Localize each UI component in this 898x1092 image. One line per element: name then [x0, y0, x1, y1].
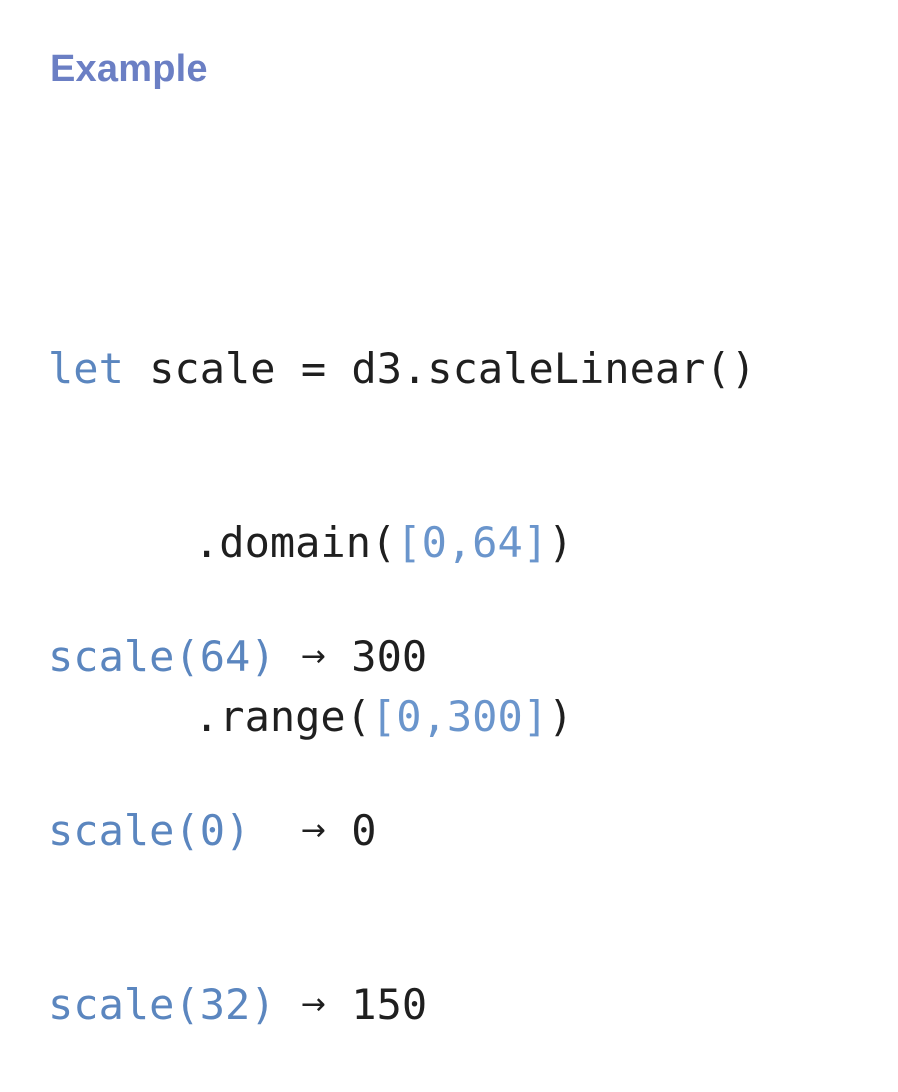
result-line: scale(0) → 0	[48, 802, 427, 860]
arrow-icon: →	[300, 639, 327, 674]
results-block: scale(64) → 300 scale(0) → 0 scale(32) →…	[48, 512, 427, 1092]
scale-call: scale(0)	[48, 806, 251, 855]
domain-close-paren: )	[548, 518, 574, 567]
scale-call: scale(64)	[48, 632, 276, 681]
scale-call: scale(32)	[48, 980, 276, 1029]
declaration-text: scale = d3.scaleLinear()	[123, 344, 757, 393]
result-line: scale(64) → 300	[48, 628, 427, 686]
result-value: 300	[326, 632, 428, 681]
result-line: scale(32) → 150	[48, 976, 427, 1034]
let-keyword: let	[48, 344, 124, 393]
range-close-paren: )	[548, 692, 574, 741]
arrow-icon: →	[300, 813, 327, 848]
code-line-declaration: let scale = d3.scaleLinear()	[48, 340, 756, 398]
arrow-icon: →	[300, 987, 327, 1022]
result-value: 0	[326, 806, 377, 855]
slide-title: Example	[50, 48, 208, 90]
result-value: 150	[326, 980, 428, 1029]
